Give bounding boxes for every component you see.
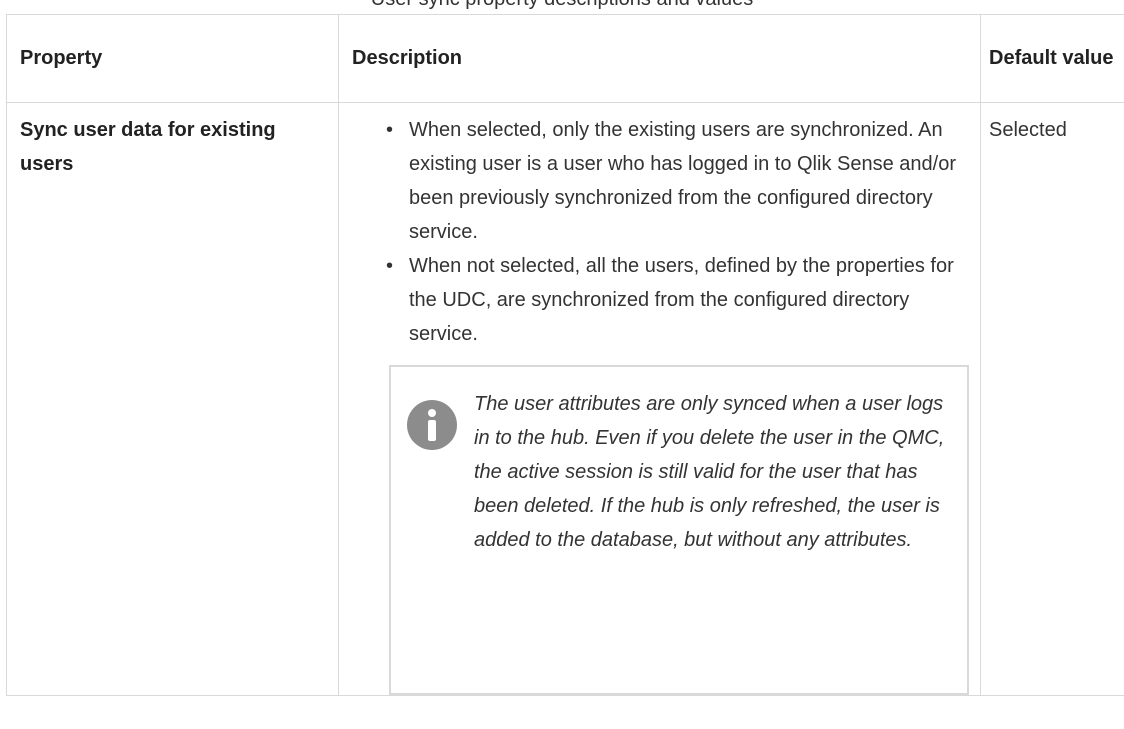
table-header-row: Property Description Default value — [6, 14, 1124, 103]
property-description: • When selected, only the existing users… — [338, 102, 981, 696]
info-icon — [407, 400, 457, 450]
note-text: The user attributes are only synced when… — [474, 393, 945, 551]
list-item-text: When not selected, all the users, define… — [409, 255, 954, 345]
header-property: Property — [6, 14, 339, 103]
default-value: Selected — [980, 102, 1124, 696]
property-table: Property Description Default value Sync … — [6, 14, 1124, 696]
list-item: • When selected, only the existing users… — [354, 113, 966, 249]
table-caption: User sync property descriptions and valu… — [0, 0, 1124, 12]
list-item: • When not selected, all the users, defi… — [354, 249, 966, 351]
bullet-icon: • — [386, 255, 394, 277]
header-description: Description — [338, 14, 981, 103]
table-row: Sync user data for existing users • When… — [6, 102, 1124, 696]
property-name: Sync user data for existing users — [6, 102, 339, 696]
bullet-icon: • — [386, 119, 394, 141]
header-default-value: Default value — [980, 14, 1124, 103]
list-item-text: When selected, only the existing users a… — [409, 119, 956, 243]
note-box: The user attributes are only synced when… — [389, 365, 969, 695]
description-list: • When selected, only the existing users… — [354, 113, 966, 351]
